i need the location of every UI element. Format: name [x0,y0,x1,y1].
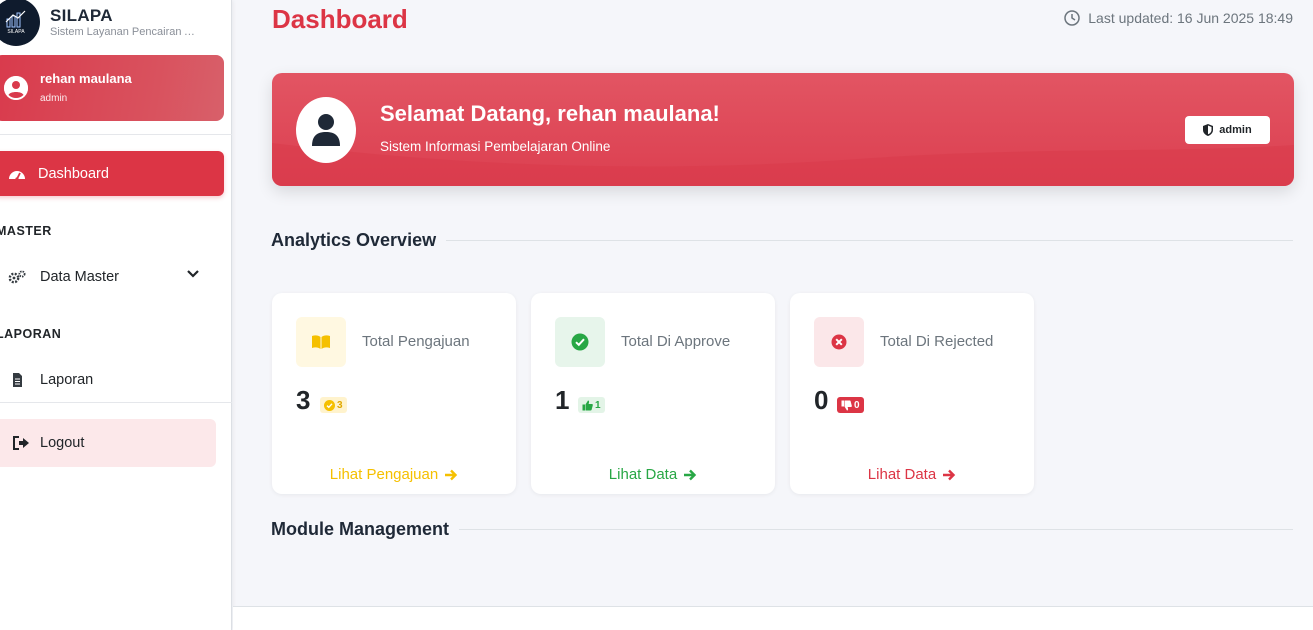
cogs-icon [8,270,26,284]
book-open-icon [312,335,330,349]
card-link-label: Lihat Data [867,466,937,483]
card-icon-box [814,317,864,367]
card-label: Total Pengajuan [362,333,470,350]
shield-icon [1203,124,1214,136]
file-icon [13,373,22,387]
logout-label: Logout [40,435,85,451]
logo-text: SILAPA [7,28,25,35]
section-title: Module Management [271,519,450,539]
sidebar-item-data-master[interactable]: Data Master [8,259,218,295]
stat-card-approve: Total Di Approve 1 1 Lihat Data [531,293,775,494]
brand-logo: SILAPA [0,0,40,46]
chevron-down-icon[interactable] [186,269,200,279]
banner-wave [272,143,1294,186]
sidebar-item-label: Laporan [40,372,94,388]
check-circle-icon [571,333,589,351]
arrow-right-icon [684,469,697,480]
last-updated: Last updated: 16 Jun 2025 18:49 [1064,10,1293,26]
stat-card-pengajuan: Total Pengajuan 3 3 Lihat Pengajuan [272,293,516,494]
sidebar-item-dashboard[interactable]: Dashboard [0,151,224,196]
role-badge: admin [1185,116,1270,144]
nav-section-laporan: LAPORAN [0,327,62,341]
chart-logo-icon [5,10,26,27]
stat-card-rejected: Total Di Rejected 0 0 Lihat Data [790,293,1034,494]
brand[interactable]: SILAPA SILAPA Sistem Layanan Pencairan A… [0,0,200,46]
card-icon-box [296,317,346,367]
sidebar-divider [0,402,232,403]
user-name: rehan maulana [40,71,132,86]
sidebar-item-laporan[interactable]: Laporan [8,362,218,398]
sidebar-item-label: Data Master [40,269,119,285]
card-badge-count: 3 [337,399,343,411]
card-icon-box [555,317,605,367]
thumbs-down-icon [841,400,852,410]
brand-title: SILAPA [50,5,113,25]
welcome-subtitle: Sistem Informasi Pembelajaran Online [380,139,611,154]
card-value: 1 [555,385,570,415]
nav-section-master: MASTER [0,224,52,238]
arrow-right-icon [943,469,956,480]
lihat-data-approve-link[interactable]: Lihat Data [531,466,775,483]
arrow-right-icon [445,469,458,480]
brand-subtitle: Sistem Layanan Pencairan Anggaran [50,25,200,38]
footer [233,607,1313,630]
card-label: Total Di Approve [621,333,731,350]
user-role: admin [40,93,68,104]
section-title: Analytics Overview [271,230,437,250]
sidebar: SILAPA SILAPA Sistem Layanan Pencairan A… [0,0,232,630]
welcome-banner: Selamat Datang, rehan maulana! Sistem In… [272,73,1294,186]
welcome-title: Selamat Datang, rehan maulana! [380,101,720,126]
user-circle-icon [4,76,28,100]
card-badge: 1 [578,397,605,413]
sign-out-icon [13,436,29,450]
role-badge-label: admin [1219,124,1252,136]
sidebar-item-label: Dashboard [38,165,109,182]
card-value: 3 [296,385,311,415]
lihat-data-rejected-link[interactable]: Lihat Data [790,466,1034,483]
card-label: Total Di Rejected [880,333,994,350]
section-divider [459,529,1293,530]
sidebar-divider [0,134,232,135]
avatar [296,97,356,163]
last-updated-text: Last updated: 16 Jun 2025 18:49 [1088,10,1293,26]
card-link-label: Lihat Data [608,466,678,483]
card-badge: 3 [320,397,347,413]
check-circle-icon [324,399,335,411]
user-card[interactable]: rehan maulana admin [0,55,224,121]
thumbs-up-icon [582,400,593,410]
page-title: Dashboard [272,4,408,34]
card-value: 0 [814,385,829,415]
card-badge-count: 1 [595,399,601,411]
card-badge: 0 [837,397,864,413]
gauge-icon [9,170,25,181]
section-divider [446,240,1293,241]
card-badge-count: 0 [854,399,860,411]
analytics-section-header: Analytics Overview [271,230,1293,251]
clock-icon [1064,10,1081,26]
user-icon [312,114,340,146]
times-circle-icon [831,334,847,350]
card-link-label: Lihat Pengajuan [329,466,439,483]
logout-button[interactable]: Logout [0,419,216,467]
lihat-pengajuan-link[interactable]: Lihat Pengajuan [272,466,516,483]
modules-section-header: Module Management [271,519,1293,540]
